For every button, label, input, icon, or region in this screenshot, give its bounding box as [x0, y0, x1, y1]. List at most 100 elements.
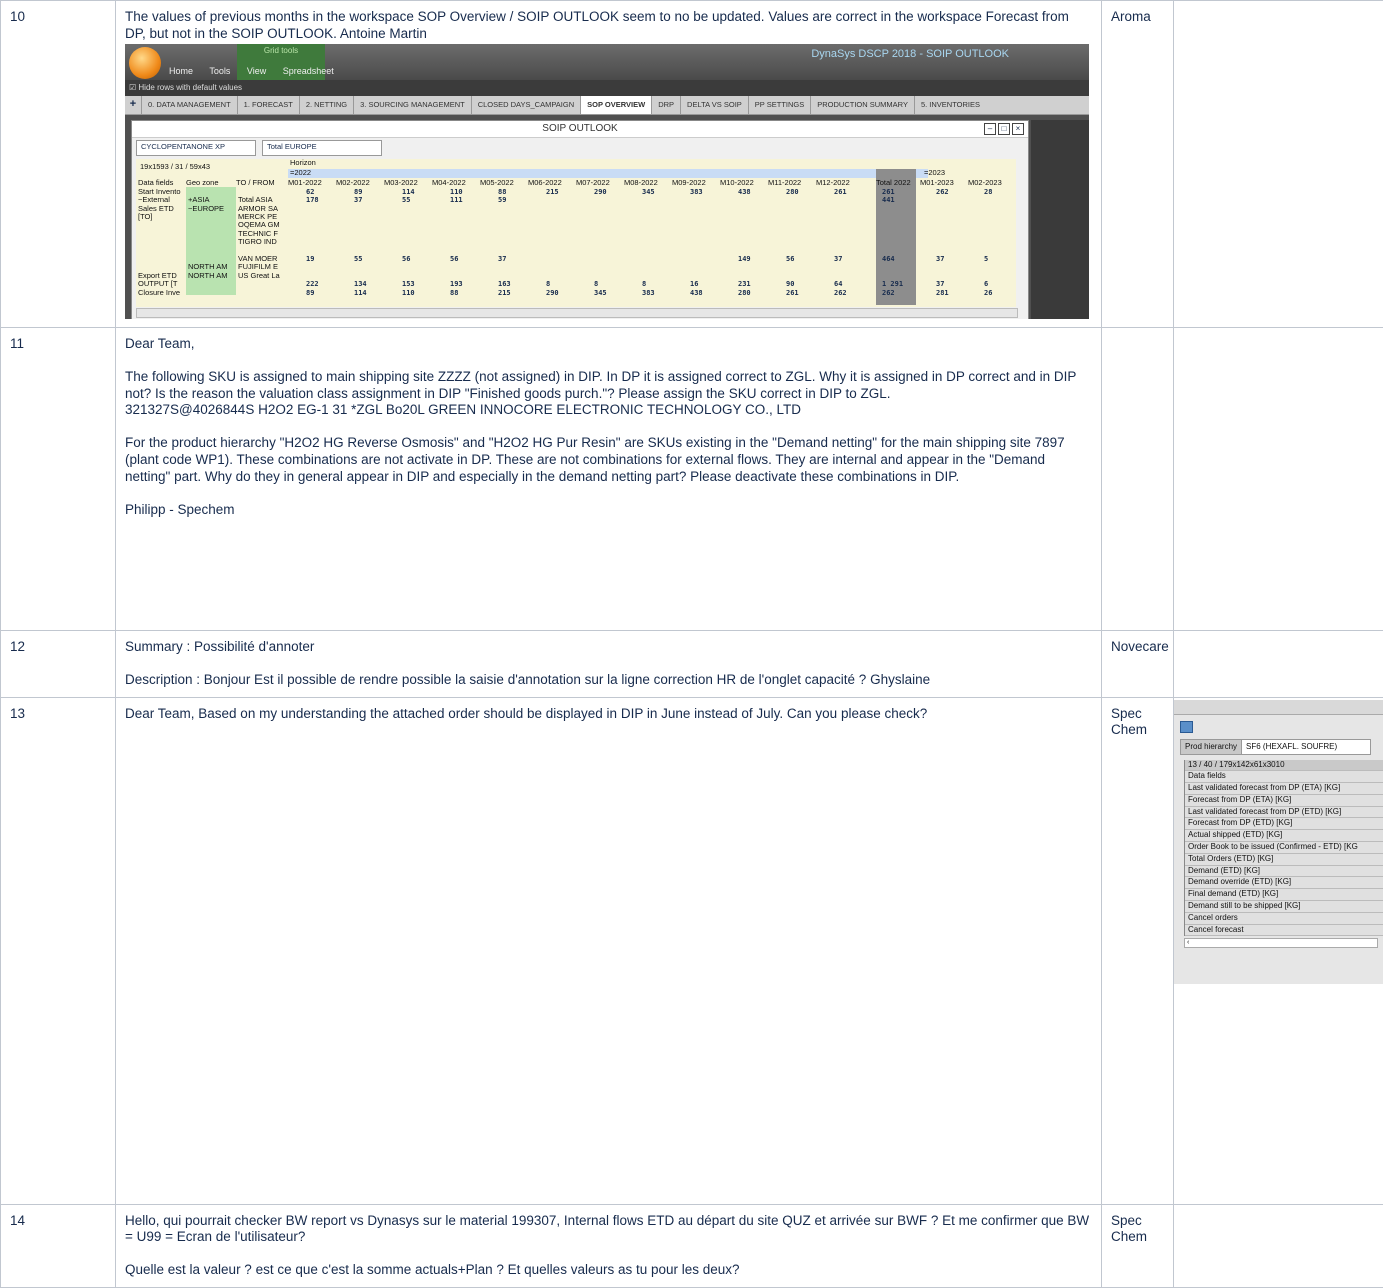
closure-inventory-value: 89 — [306, 289, 314, 298]
van-moer-value: 37 — [498, 255, 506, 264]
data-field-item: Cancel orders — [1185, 913, 1383, 925]
start-inventory-value: 383 — [690, 188, 703, 197]
column-header: M04-2022 — [432, 179, 466, 187]
tab-production-summary: PRODUCTION SUMMARY — [810, 96, 914, 114]
data-field-item: Final demand (ETD) [KG] — [1185, 889, 1383, 901]
row-bu: Aroma — [1102, 1, 1174, 328]
row-attachment: Prod hierarchy SF6 (HEXAFL. SOUFRE) 13 /… — [1174, 697, 1383, 1204]
menu-view: View — [247, 66, 266, 76]
closure-inventory-value: 345 — [594, 289, 607, 298]
van-moer-value: 56 — [450, 255, 458, 264]
tab-delta-vs-soip: DELTA VS SOIP — [680, 96, 748, 114]
column-header: M02-2023 — [968, 179, 1002, 187]
hierarchy-tabs: Prod hierarchy SF6 (HEXAFL. SOUFRE) — [1180, 739, 1383, 755]
column-header: M08-2022 — [624, 179, 658, 187]
close-icon: × — [1012, 123, 1024, 135]
prod-hierarchy-tab: Prod hierarchy — [1180, 739, 1242, 755]
closure-inventory-value: 290 — [546, 289, 559, 298]
maximize-icon: □ — [998, 123, 1010, 135]
column-header: M03-2022 — [384, 179, 418, 187]
closure-inventory-value: 215 — [498, 289, 511, 298]
row-number: 12 — [1, 630, 116, 697]
start-inventory-value: 280 — [786, 188, 799, 197]
region-select: Total EUROPE — [262, 140, 382, 156]
window-controls: – □ × — [984, 123, 1024, 135]
tab-data-management: 0. DATA MANAGEMENT — [141, 96, 237, 114]
column-header: Geo zone — [186, 179, 219, 187]
tab-forecast: 1. FORECAST — [237, 96, 299, 114]
van-moer-value: 5 — [984, 255, 988, 264]
total-asia-value: 178 — [306, 196, 319, 205]
total-asia-value: 441 — [882, 196, 895, 205]
add-tab-icon: + — [125, 98, 141, 112]
row-attachment — [1174, 327, 1383, 630]
column-header: Total 2022 — [876, 179, 911, 187]
row-label: Closure Inve — [138, 289, 180, 297]
geo-label: NORTH AM — [188, 272, 227, 280]
van-moer-value: 19 — [306, 255, 314, 264]
start-inventory-value: 438 — [738, 188, 751, 197]
start-inventory-value: 215 — [546, 188, 559, 197]
issues-table: 10 The values of previous months in the … — [0, 0, 1383, 1288]
table-row: 11 Dear Team, The following SKU is assig… — [1, 327, 1383, 630]
horizontal-scrollbar: ‹ — [1184, 938, 1378, 948]
app-ribbon: Grid tools DynaSys DSCP 2018 - SOIP OUTL… — [125, 44, 1089, 80]
menu-spreadsheet: Spreadsheet — [283, 66, 334, 76]
side-panel — [1031, 120, 1089, 319]
horizon-header — [288, 169, 928, 178]
closure-inventory-value: 261 — [786, 289, 799, 298]
closure-inventory-value: 383 — [642, 289, 655, 298]
data-field-item: Demand still to be shipped [KG] — [1185, 901, 1383, 913]
total-asia-value: 37 — [354, 196, 362, 205]
tab-sourcing: 3. SOURCING MANAGEMENT — [353, 96, 471, 114]
row-attachment — [1174, 630, 1383, 697]
closure-inventory-value: 26 — [984, 289, 992, 298]
table-row: 12 Summary : Possibilité d'annoter Descr… — [1, 630, 1383, 697]
closure-inventory-value: 110 — [402, 289, 415, 298]
start-inventory-value: 290 — [594, 188, 607, 197]
grid-icon — [1180, 721, 1193, 733]
description-text: Description : Bonjour Est il possible de… — [125, 672, 1092, 689]
tab-netting: 2. NETTING — [299, 96, 353, 114]
window-topbar — [1174, 700, 1383, 715]
to-label: US Great La — [238, 272, 280, 280]
total-asia-value: 59 — [498, 196, 506, 205]
closure-inventory-value: 262 — [882, 289, 895, 298]
horizon-label: Horizon — [290, 159, 316, 167]
row-description: Dear Team, The following SKU is assigned… — [116, 327, 1102, 630]
start-inventory-value: 261 — [834, 188, 847, 197]
column-header: M02-2022 — [336, 179, 370, 187]
grid-dims: 19x1593 / 31 / 59x43 — [140, 163, 210, 171]
description-paragraph: For the product hierarchy "H2O2 HG Rever… — [125, 435, 1092, 486]
data-field-item: Actual shipped (ETD) [KG] — [1185, 830, 1383, 842]
data-field-item: Forecast from DP (ETD) [KG] — [1185, 818, 1383, 830]
row-number: 11 — [1, 327, 116, 630]
row-description: Summary : Possibilité d'annoter Descript… — [116, 630, 1102, 697]
start-inventory-value: 262 — [936, 188, 949, 197]
closure-inventory-value: 438 — [690, 289, 703, 298]
table-row: 14 Hello, qui pourrait checker BW report… — [1, 1204, 1383, 1288]
total-asia-value: 55 — [402, 196, 410, 205]
data-field-item: Total Orders (ETD) [KG] — [1185, 854, 1383, 866]
tab-sop-overview: SOP OVERVIEW — [580, 96, 651, 114]
description-text: The values of previous months in the wor… — [125, 9, 1092, 43]
data-field-item: 13 / 40 / 179x142x61x3010 — [1185, 760, 1383, 772]
data-field-item: Demand override (ETD) [KG] — [1185, 877, 1383, 889]
tab-drp: DRP — [651, 96, 680, 114]
row-bu: Spec Chem — [1102, 697, 1174, 1204]
closure-inventory-value: 88 — [450, 289, 458, 298]
start-inventory-value: 345 — [642, 188, 655, 197]
van-moer-value: 55 — [354, 255, 362, 264]
data-field-item: Last validated forecast from DP (ETA) [K… — [1185, 783, 1383, 795]
table-row: 13 Dear Team, Based on my understanding … — [1, 697, 1383, 1204]
van-moer-value: 56 — [786, 255, 794, 264]
tab-inventories: 5. INVENTORIES — [914, 96, 986, 114]
app-logo-icon — [129, 47, 161, 79]
row-number: 14 — [1, 1204, 116, 1288]
van-moer-value: 464 — [882, 255, 895, 264]
app-toolbar: ☑ Hide rows with default values — [125, 80, 1089, 96]
data-field-item: Cancel forecast — [1185, 925, 1383, 937]
selector-row: CYCLOPENTANONE XP Total EUROPE — [132, 138, 1028, 158]
closure-inventory-value: 262 — [834, 289, 847, 298]
row-bu — [1102, 327, 1174, 630]
